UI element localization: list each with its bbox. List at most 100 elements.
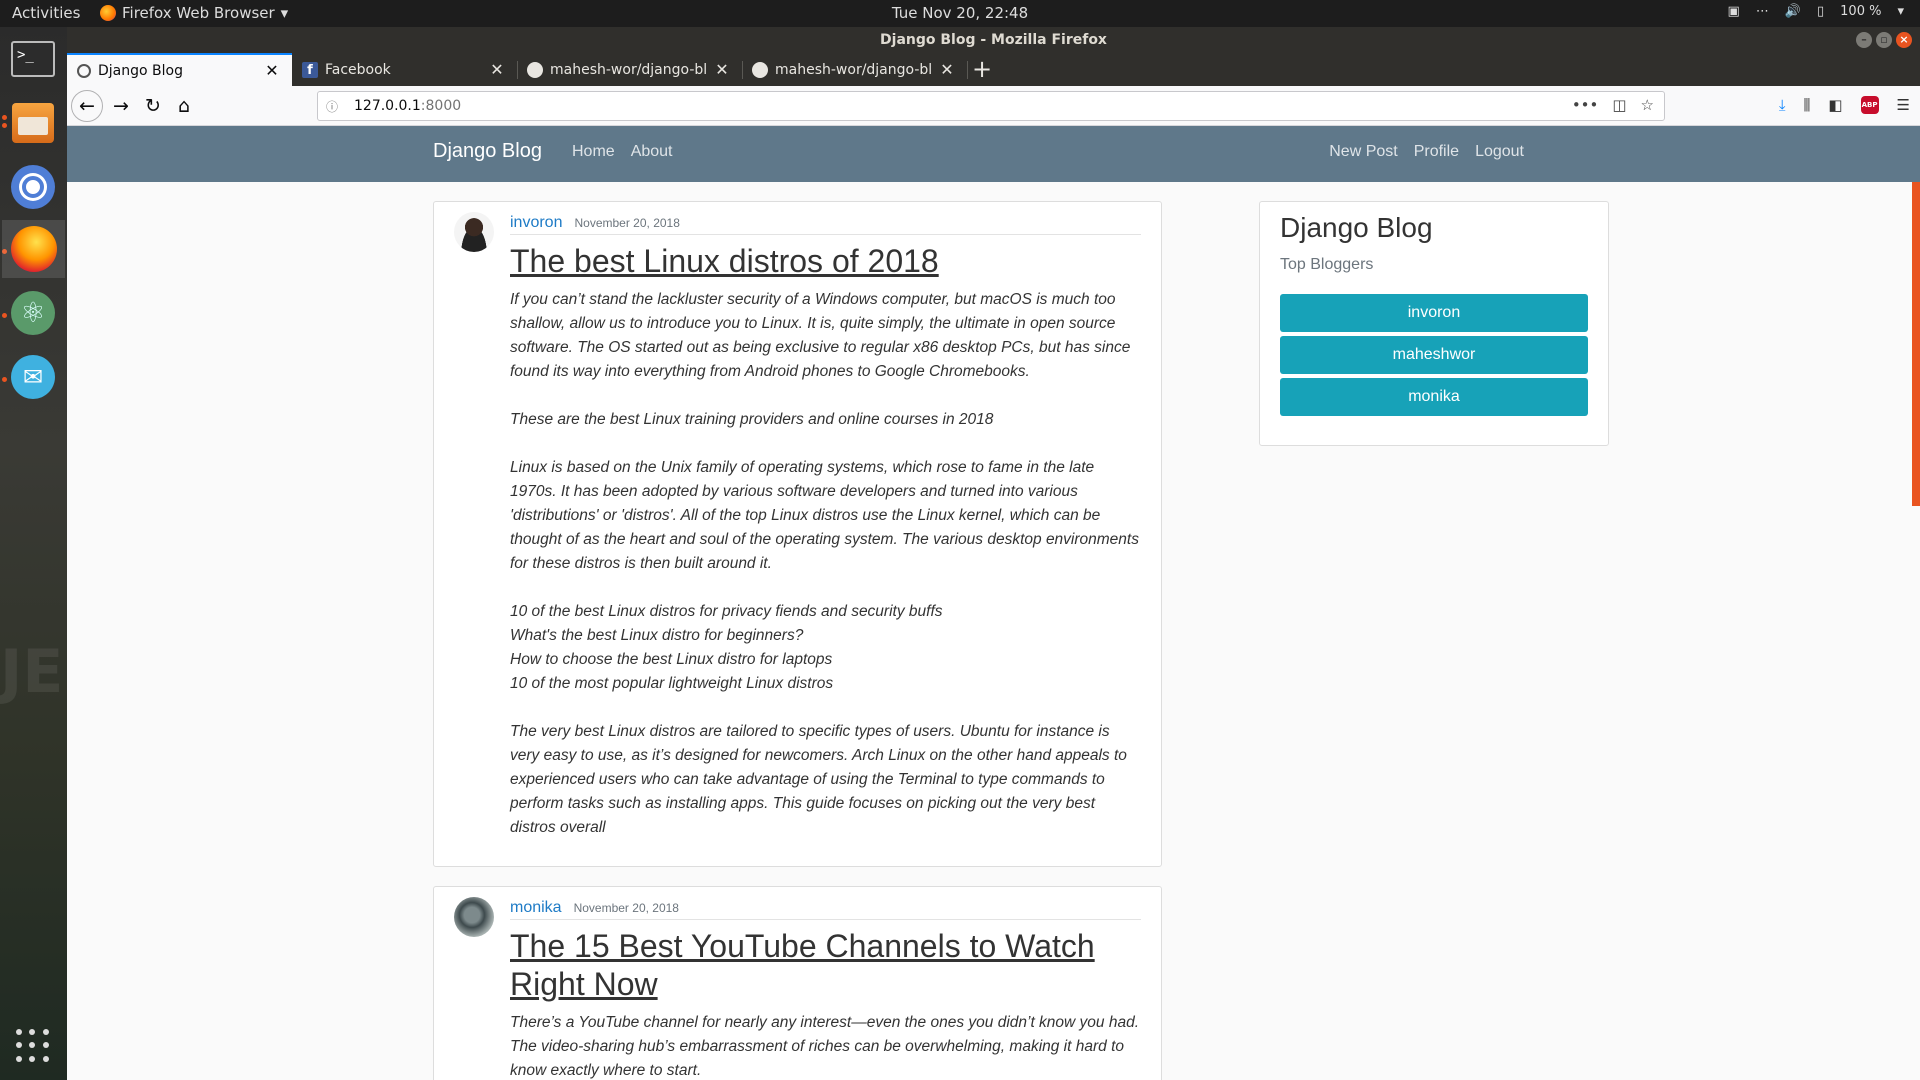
tab-github-1[interactable]: mahesh-wor/django-blog ✕ — [517, 53, 742, 86]
tab-title: Facebook — [325, 61, 391, 78]
post-date: November 20, 2018 — [573, 901, 679, 915]
library-icon[interactable]: ⫼ — [1803, 96, 1810, 114]
post-paragraph: Linux is based on the Unix family of ope… — [510, 459, 1139, 572]
battery-icon[interactable]: ▯ — [1817, 4, 1824, 19]
app-menu-label: Firefox Web Browser — [122, 4, 275, 22]
chevron-down-icon: ▾ — [280, 4, 289, 22]
post-card: monika November 20, 2018 The 15 Best You… — [433, 886, 1162, 1080]
show-applications-button[interactable] — [9, 1022, 57, 1070]
downloads-icon[interactable]: ⤓ — [1779, 96, 1786, 114]
nav-profile-link[interactable]: Profile — [1414, 143, 1459, 161]
post-date: November 20, 2018 — [574, 216, 680, 230]
home-button[interactable]: ⌂ — [170, 92, 198, 120]
post-author-link[interactable]: monika — [510, 899, 562, 917]
nav-about-link[interactable]: About — [631, 143, 673, 161]
post-body: There’s a YouTube channel for nearly any… — [510, 1011, 1141, 1080]
adblock-plus-icon[interactable]: ABP — [1860, 96, 1879, 114]
post-paragraph: If you can’t stand the lackluster securi… — [510, 291, 1131, 380]
sidebar-card: Django Blog Top Bloggers invoron maheshw… — [1259, 201, 1609, 446]
nav-logout-link[interactable]: Logout — [1475, 143, 1524, 161]
close-tab-icon[interactable]: ✕ — [939, 60, 955, 79]
ubuntu-top-bar: Activities Firefox Web Browser ▾ Tue Nov… — [0, 0, 1920, 27]
activities-button[interactable]: Activities — [12, 4, 80, 22]
page-viewport: Django Blog Home About New Post Profile … — [67, 126, 1920, 1080]
blogger-button-maheshwor[interactable]: maheshwor — [1280, 336, 1588, 374]
network-icon[interactable]: ⋯ — [1756, 4, 1769, 19]
hamburger-menu-icon[interactable]: ☰ — [1897, 96, 1910, 114]
close-tab-icon[interactable]: ✕ — [714, 60, 730, 79]
post-author-link[interactable]: invoron — [510, 214, 562, 232]
avatar — [454, 212, 494, 252]
blogger-button-invoron[interactable]: invoron — [1280, 294, 1588, 332]
tab-strip: Django Blog ✕ f Facebook ✕ mahesh-wor/dj… — [67, 53, 1920, 86]
close-tab-icon[interactable]: ✕ — [489, 60, 505, 79]
dock-mail[interactable]: ✉ — [9, 353, 57, 401]
site-brand[interactable]: Django Blog — [433, 140, 542, 163]
running-indicator — [2, 313, 7, 318]
dock-files[interactable] — [9, 99, 57, 147]
firefox-icon — [10, 226, 57, 272]
dock-firefox[interactable] — [2, 220, 65, 278]
reload-button[interactable]: ↻ — [139, 92, 167, 120]
nav-new-post-link[interactable]: New Post — [1329, 143, 1397, 161]
github-icon — [752, 61, 768, 78]
terminal-icon: >_ — [11, 41, 55, 77]
bookmark-star-icon[interactable]: ☆ — [1641, 96, 1654, 114]
page-actions-icon[interactable]: ••• — [1572, 96, 1599, 114]
ubuntu-dock: JE >_ ⚛ ✉ — [0, 27, 67, 1080]
post-paragraph: These are the best Linux training provid… — [510, 411, 994, 428]
new-tab-button[interactable]: + — [967, 55, 997, 83]
volume-icon[interactable]: 🔊 — [1785, 4, 1801, 19]
scrollbar[interactable] — [1912, 126, 1920, 506]
mail-icon: ✉ — [11, 355, 55, 399]
url-bar[interactable]: ⓘ 127.0.0.1:8000 ••• ◫ ☆ — [317, 91, 1665, 121]
app-grid-icon — [16, 1029, 50, 1063]
avatar — [454, 897, 494, 937]
nav-home-link[interactable]: Home — [572, 143, 615, 161]
window-title: Django Blog - Mozilla Firefox — [880, 32, 1107, 48]
maximize-icon[interactable]: ▫ — [1876, 32, 1892, 48]
running-indicator — [2, 123, 7, 128]
close-tab-icon[interactable]: ✕ — [264, 61, 280, 80]
dock-atom[interactable]: ⚛ — [9, 289, 57, 337]
sidebar-icon[interactable]: ◧ — [1828, 96, 1842, 114]
screen-share-icon[interactable]: ▣ — [1728, 4, 1740, 19]
battery-percentage: 100 % — [1840, 4, 1882, 19]
url-port: :8000 — [420, 98, 462, 114]
system-tray[interactable]: ▣ ⋯ 🔊 ▯ 100 % ▾ — [1728, 4, 1904, 19]
post-title-link[interactable]: The best Linux distros of 2018 — [510, 242, 1141, 280]
info-icon[interactable]: ⓘ — [326, 98, 346, 115]
clock[interactable]: Tue Nov 20, 22:48 — [892, 4, 1028, 22]
facebook-icon: f — [302, 61, 318, 78]
running-indicator — [2, 377, 7, 382]
chromium-icon — [11, 165, 55, 209]
page-icon — [77, 63, 91, 78]
tab-title: mahesh-wor/django-blog — [775, 61, 932, 78]
tab-title: mahesh-wor/django-blog — [550, 61, 707, 78]
forward-button[interactable]: → — [107, 92, 135, 120]
post-body: If you can’t stand the lackluster securi… — [510, 288, 1141, 864]
blogger-button-monika[interactable]: monika — [1280, 378, 1588, 416]
dock-chromium[interactable] — [9, 163, 57, 211]
chevron-down-icon[interactable]: ▾ — [1897, 4, 1904, 19]
firefox-icon — [100, 5, 116, 21]
back-button[interactable]: ← — [71, 90, 103, 122]
close-window-icon[interactable]: × — [1896, 32, 1912, 48]
post-title-link[interactable]: The 15 Best YouTube Channels to Watch Ri… — [510, 927, 1141, 1003]
tab-facebook[interactable]: f Facebook ✕ — [292, 53, 517, 86]
app-menu[interactable]: Firefox Web Browser ▾ — [100, 4, 288, 22]
post-paragraph: There’s a YouTube channel for nearly any… — [510, 1014, 1140, 1079]
tab-django-blog[interactable]: Django Blog ✕ — [67, 53, 292, 86]
tab-github-2[interactable]: mahesh-wor/django-blog ✕ — [742, 53, 967, 86]
wallpaper-fragment: JE — [0, 637, 64, 707]
pocket-icon[interactable]: ◫ — [1612, 96, 1626, 114]
sidebar-title: Django Blog — [1280, 212, 1433, 243]
minimize-icon[interactable]: – — [1856, 32, 1872, 48]
tab-title: Django Blog — [98, 62, 183, 79]
running-indicator — [2, 115, 7, 120]
firefox-window: Django Blog - Mozilla Firefox – ▫ × Djan… — [67, 27, 1920, 1080]
sidebar-subtitle: Top Bloggers — [1280, 256, 1374, 273]
post-paragraph: 10 of the best Linux distros for privacy… — [510, 603, 943, 692]
dock-terminal[interactable]: >_ — [9, 35, 57, 83]
window-titlebar[interactable]: Django Blog - Mozilla Firefox – ▫ × — [67, 27, 1920, 53]
